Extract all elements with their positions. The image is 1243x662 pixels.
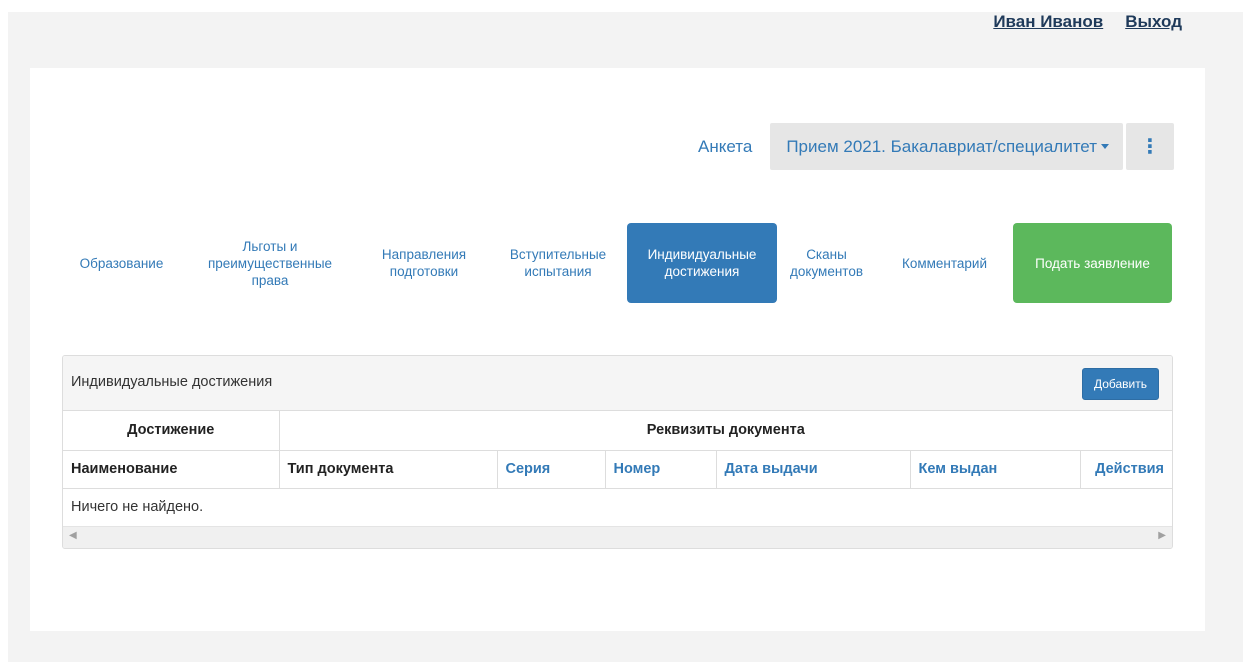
column-header-name: Наименование	[63, 449, 280, 489]
scroll-left-icon[interactable]: ◀	[69, 530, 77, 541]
tab-submit-application[interactable]: Подать заявление	[1013, 223, 1172, 303]
column-header-issued-by[interactable]: Кем выдан	[909, 449, 1081, 489]
column-header-actions: Действия	[1079, 449, 1172, 489]
tab-exams[interactable]: Вступительные испытания	[489, 223, 627, 303]
caret-down-icon	[1101, 144, 1109, 149]
campaign-label: Прием 2021. Бакалавриат/специалитет	[786, 136, 1097, 156]
scroll-right-icon[interactable]: ▶	[1158, 530, 1166, 541]
tab-benefits[interactable]: Льготы и преимущественные права	[181, 223, 359, 303]
achievements-panel: Индивидуальные достижения Добавить Дости…	[62, 355, 1173, 549]
tab-achievements[interactable]: Индивидуальные достижения	[627, 223, 777, 303]
column-header-issue-date[interactable]: Дата выдачи	[715, 449, 911, 489]
column-header-doc-type: Тип документа	[278, 449, 498, 489]
achievements-table: Достижение Реквизиты документа Наименова…	[63, 411, 1172, 526]
campaign-dropdown[interactable]: Прием 2021. Бакалавриат/специалитет	[770, 123, 1123, 170]
add-achievement-button[interactable]: Добавить	[1081, 368, 1159, 400]
vertical-ellipsis-icon[interactable]: ⋮	[1126, 123, 1174, 170]
application-tabs: Образование Льготы и преимущественные пр…	[62, 223, 1172, 303]
achievements-panel-header: Индивидуальные достижения Добавить	[63, 356, 1172, 411]
column-header-number[interactable]: Номер	[604, 449, 717, 489]
group-header-document: Реквизиты документа	[278, 411, 1172, 451]
tab-comment[interactable]: Комментарий	[876, 223, 1013, 303]
achievements-title: Индивидуальные достижения	[71, 374, 273, 390]
column-header-series[interactable]: Серия	[496, 449, 606, 489]
user-menu: Иван Иванов Выход	[993, 12, 1182, 32]
tab-scans[interactable]: Сканы документов	[777, 223, 876, 303]
anketa-link[interactable]: Анкета	[698, 137, 752, 157]
user-name-link[interactable]: Иван Иванов	[993, 12, 1103, 32]
group-header-achievement: Достижение	[63, 411, 280, 451]
tab-directions[interactable]: Направления подготовки	[359, 223, 489, 303]
horizontal-scrollbar[interactable]: ◀ ▶	[63, 526, 1172, 548]
empty-message: Ничего не найдено.	[63, 487, 1172, 526]
tab-education[interactable]: Образование	[62, 223, 181, 303]
logout-link[interactable]: Выход	[1125, 12, 1182, 32]
anketa-bar: Анкета Прием 2021. Бакалавриат/специалит…	[698, 123, 1174, 170]
